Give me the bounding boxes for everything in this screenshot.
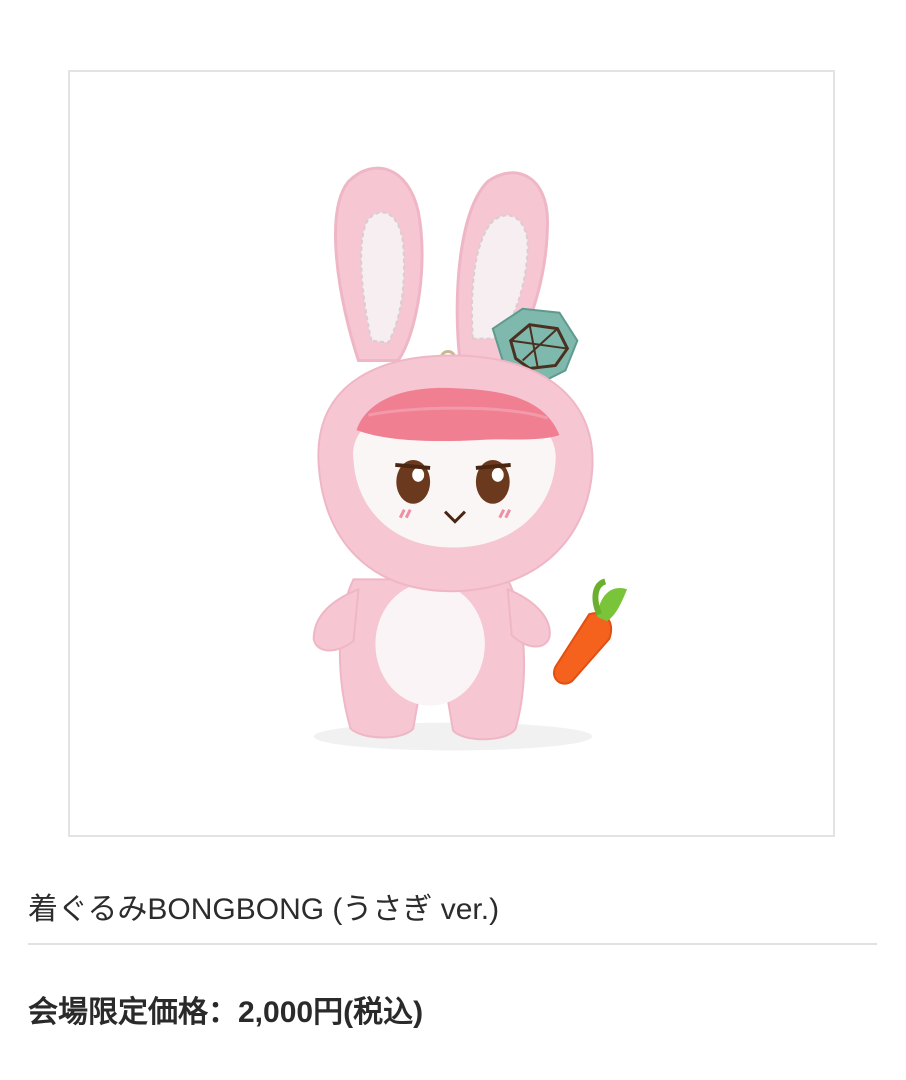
product-title: 着ぐるみBONGBONG (うさぎ ver.) [28, 893, 500, 926]
bunny-body [312, 578, 551, 741]
bunny-head [317, 354, 594, 593]
product-image-frame[interactable] [68, 70, 835, 837]
carrot-icon [553, 578, 628, 685]
product-price: 会場限定価格：2,000円(税込) [28, 996, 424, 1029]
bunny-plush-keychain-icon [312, 166, 628, 751]
divider [28, 943, 877, 945]
